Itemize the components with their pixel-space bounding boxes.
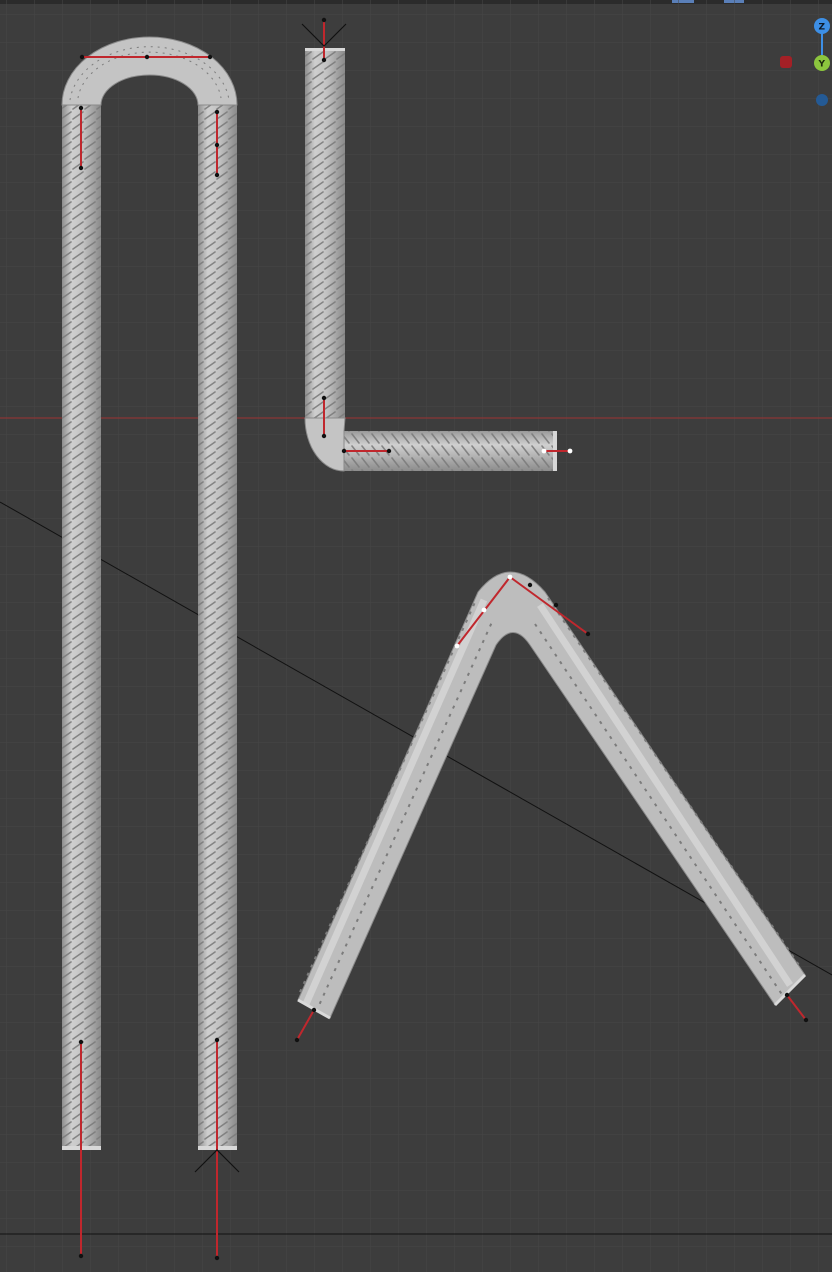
z-axis-negative-button[interactable] <box>816 94 828 106</box>
z-axis-button[interactable]: Z <box>814 18 830 34</box>
x-axis-negative-button[interactable] <box>780 56 792 68</box>
viewport-grid <box>0 0 832 1272</box>
y-axis-button[interactable]: Y <box>814 55 830 71</box>
z-axis-label: Z <box>819 23 826 33</box>
3d-viewport[interactable]: Z Y <box>0 0 832 1272</box>
y-axis-label: Y <box>818 60 826 70</box>
